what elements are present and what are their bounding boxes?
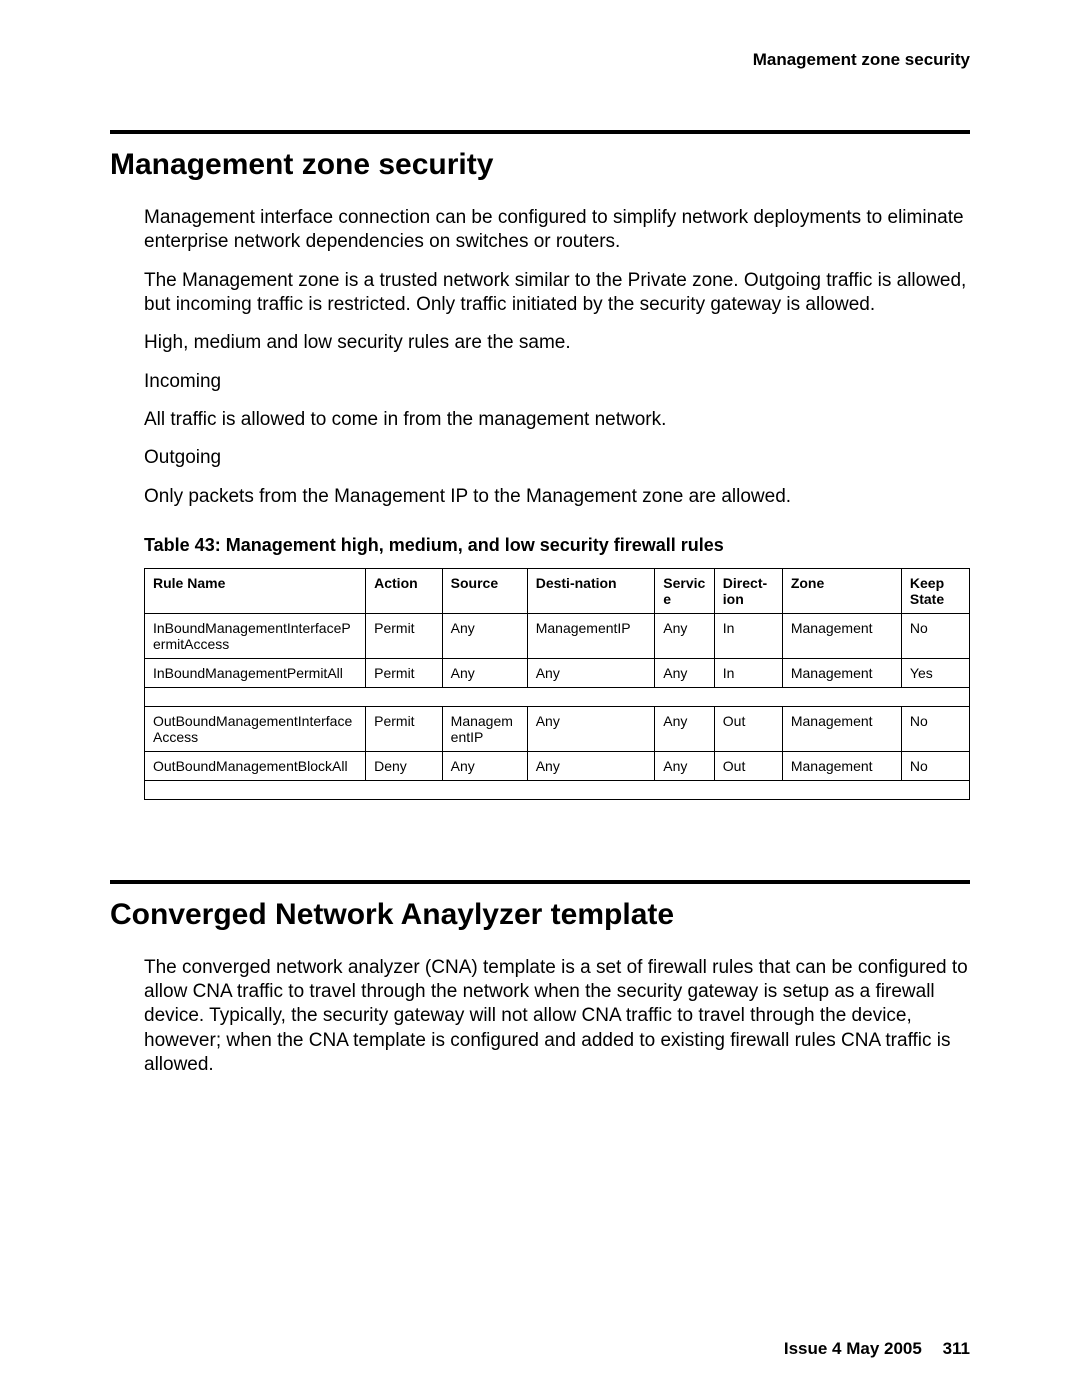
table-row: InBoundManagementPermitAllPermitAnyAnyAn… <box>145 658 970 687</box>
table-cell: Management <box>782 751 901 780</box>
section2-title: Converged Network Anaylyzer template <box>110 898 970 932</box>
col-header-direction: Direct-ion <box>714 568 782 613</box>
table-cell: Any <box>655 613 715 658</box>
section1-body: Management interface connection can be c… <box>144 206 970 509</box>
firewall-rules-table: Rule Name Action Source Desti-nation Ser… <box>144 568 970 800</box>
table-cell: Out <box>714 751 782 780</box>
table-cell: Deny <box>366 751 443 780</box>
table-spacer-row <box>145 687 970 706</box>
spacer-cell <box>145 780 970 799</box>
section-rule <box>110 130 970 134</box>
section-rule <box>110 880 970 884</box>
paragraph: Outgoing <box>144 446 970 470</box>
page-footer: Issue 4 May 2005 311 <box>784 1339 970 1359</box>
section2: Converged Network Anaylyzer template The… <box>110 880 970 1078</box>
table-body: InBoundManagementInterfacePermitAccessPe… <box>145 613 970 799</box>
table-cell: In <box>714 658 782 687</box>
table-cell: Management <box>782 613 901 658</box>
table-cell: Any <box>655 751 715 780</box>
table-cell: InBoundManagementPermitAll <box>145 658 366 687</box>
table-row: OutBoundManagementBlockAllDenyAnyAnyAnyO… <box>145 751 970 780</box>
page: Management zone security Management zone… <box>0 0 1080 1397</box>
table-row: InBoundManagementInterfacePermitAccessPe… <box>145 613 970 658</box>
table-cell: Any <box>442 751 527 780</box>
col-header-zone: Zone <box>782 568 901 613</box>
col-header-destination: Desti-nation <box>527 568 655 613</box>
table-cell: OutBoundManagementInterfaceAccess <box>145 706 366 751</box>
table-cell: Any <box>655 706 715 751</box>
col-header-action: Action <box>366 568 443 613</box>
footer-issue: Issue 4 May 2005 <box>784 1339 922 1358</box>
paragraph: The converged network analyzer (CNA) tem… <box>144 956 970 1078</box>
section1-title: Management zone security <box>110 148 970 182</box>
table-cell: Any <box>442 658 527 687</box>
footer-page-number: 311 <box>943 1339 970 1358</box>
paragraph: Only packets from the Management IP to t… <box>144 485 970 509</box>
table-cell: OutBoundManagementBlockAll <box>145 751 366 780</box>
table-cell: No <box>901 706 969 751</box>
table-cell: ManagementIP <box>442 706 527 751</box>
table-cell: No <box>901 751 969 780</box>
table-cell: Permit <box>366 658 443 687</box>
paragraph: Incoming <box>144 370 970 394</box>
table-cell: In <box>714 613 782 658</box>
table-cell: ManagementIP <box>527 613 655 658</box>
table-header-row: Rule Name Action Source Desti-nation Ser… <box>145 568 970 613</box>
table-spacer-row <box>145 780 970 799</box>
paragraph: High, medium and low security rules are … <box>144 331 970 355</box>
paragraph: Management interface connection can be c… <box>144 206 970 255</box>
table-cell: Yes <box>901 658 969 687</box>
section2-body: The converged network analyzer (CNA) tem… <box>144 956 970 1078</box>
paragraph: The Management zone is a trusted network… <box>144 269 970 318</box>
table-cell: Any <box>442 613 527 658</box>
table-cell: Any <box>655 658 715 687</box>
table-cell: Permit <box>366 706 443 751</box>
col-header-service: Service <box>655 568 715 613</box>
table-cell: Out <box>714 706 782 751</box>
table-row: OutBoundManagementInterfaceAccessPermitM… <box>145 706 970 751</box>
running-head: Management zone security <box>110 50 970 70</box>
table-cell: No <box>901 613 969 658</box>
table-cell: Management <box>782 706 901 751</box>
col-header-source: Source <box>442 568 527 613</box>
table-cell: InBoundManagementInterfacePermitAccess <box>145 613 366 658</box>
table-cell: Any <box>527 658 655 687</box>
col-header-keep-state: Keep State <box>901 568 969 613</box>
table-cell: Any <box>527 706 655 751</box>
table-cell: Any <box>527 751 655 780</box>
paragraph: All traffic is allowed to come in from t… <box>144 408 970 432</box>
spacer-cell <box>145 687 970 706</box>
table-caption: Table 43: Management high, medium, and l… <box>144 535 970 556</box>
col-header-rule-name: Rule Name <box>145 568 366 613</box>
table-cell: Permit <box>366 613 443 658</box>
table-cell: Management <box>782 658 901 687</box>
